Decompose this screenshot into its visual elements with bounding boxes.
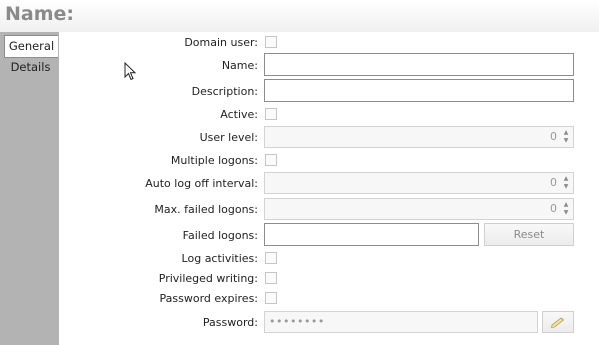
spin-up-icon[interactable]: ▲ (561, 175, 571, 183)
name-label: Name: (221, 59, 258, 72)
auto-log-off-label: Auto log off interval: (145, 177, 258, 190)
failed-logons-input[interactable] (264, 223, 479, 246)
domain-user-label: Domain user: (184, 36, 258, 49)
privileged-writing-checkbox[interactable] (265, 272, 277, 284)
max-failed-logons-label: Max. failed logons: (154, 203, 258, 216)
auto-log-off-value: 0 (550, 176, 557, 189)
description-label: Description: (191, 85, 258, 98)
domain-user-checkbox[interactable] (265, 36, 277, 48)
spin-down-icon[interactable]: ▼ (561, 137, 571, 145)
pencil-icon (550, 317, 565, 328)
reset-button[interactable]: Reset (484, 223, 574, 246)
password-expires-label: Password expires: (159, 292, 258, 305)
page-title: Name: (5, 3, 75, 25)
spin-down-icon[interactable]: ▼ (561, 209, 571, 217)
password-value: •••••••• (269, 315, 325, 328)
spin-down-icon[interactable]: ▼ (561, 183, 571, 191)
tab-details[interactable]: Details (4, 57, 57, 78)
log-activities-checkbox[interactable] (265, 252, 277, 264)
tab-general[interactable]: General (4, 35, 58, 58)
multiple-logons-label: Multiple logons: (170, 154, 258, 167)
description-input[interactable] (264, 79, 574, 102)
password-label: Password: (202, 316, 258, 329)
user-level-label: User level: (199, 131, 258, 144)
name-input[interactable] (264, 53, 574, 76)
user-level-value: 0 (550, 130, 557, 143)
spin-up-icon[interactable]: ▲ (561, 129, 571, 137)
max-failed-logons-value: 0 (550, 202, 557, 215)
active-label: Active: (220, 108, 258, 121)
spin-up-icon[interactable]: ▲ (561, 201, 571, 209)
sidebar: General Details (0, 32, 59, 345)
failed-logons-label: Failed logons: (182, 229, 258, 242)
mouse-pointer-icon (124, 62, 137, 81)
active-checkbox[interactable] (265, 108, 277, 120)
password-expires-checkbox[interactable] (265, 292, 277, 304)
password-field[interactable]: •••••••• (264, 311, 538, 333)
multiple-logons-checkbox[interactable] (265, 154, 277, 166)
edit-password-button[interactable] (542, 311, 574, 333)
user-level-stepper[interactable]: 0 ▲ ▼ (264, 126, 574, 148)
header: Name: (0, 0, 599, 32)
auto-log-off-stepper[interactable]: 0 ▲ ▼ (264, 172, 574, 194)
log-activities-label: Log activities: (181, 252, 258, 265)
max-failed-logons-stepper[interactable]: 0 ▲ ▼ (264, 198, 574, 220)
privileged-writing-label: Privileged writing: (158, 272, 258, 285)
